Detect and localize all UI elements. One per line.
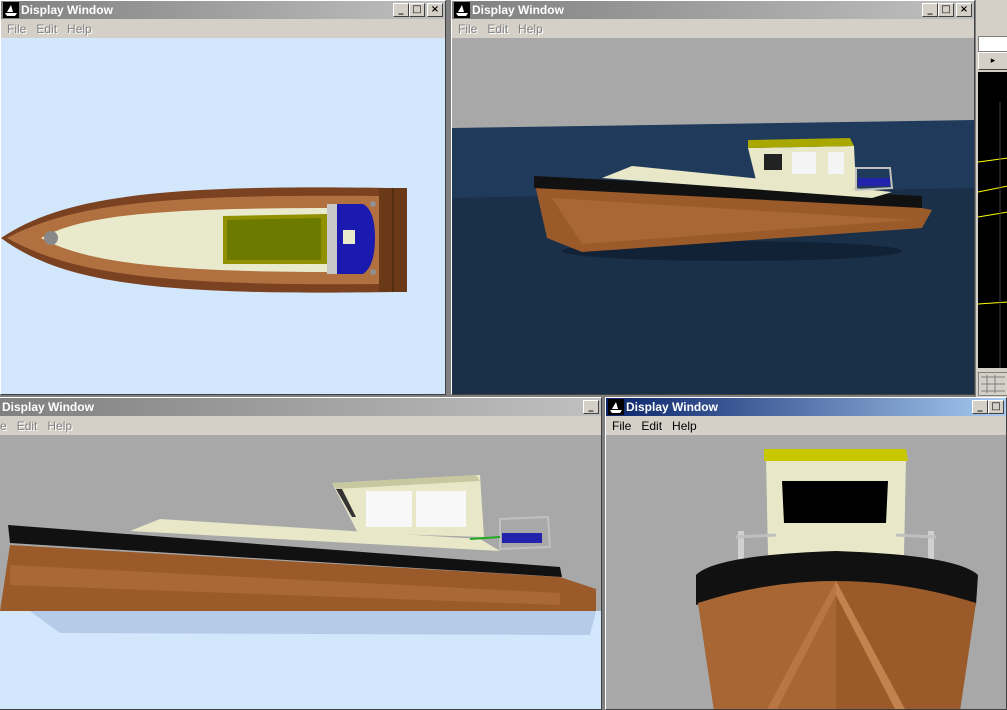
render-viewport-perspective[interactable]	[452, 38, 974, 394]
minimize-icon: _	[977, 401, 983, 412]
menu-file[interactable]: File	[458, 22, 477, 36]
maximize-button[interactable]: □	[938, 3, 954, 17]
minimize-icon: _	[398, 4, 404, 15]
close-button[interactable]: ×	[956, 3, 972, 17]
minimize-button[interactable]: _	[972, 400, 988, 414]
menu-edit[interactable]: Edit	[641, 419, 662, 433]
minimize-button[interactable]: _	[393, 3, 409, 17]
boat-top-view	[1, 187, 407, 293]
boat-front-view	[696, 449, 978, 709]
preview-lines	[977, 102, 1007, 368]
menu-bar: e Edit Help	[0, 416, 601, 435]
boat-side-view	[0, 475, 601, 709]
scroll-right-button[interactable]: ▸	[978, 52, 1007, 70]
display-window-perspective-view[interactable]: Display Window _ □ × File Edit Help	[451, 0, 975, 395]
menu-help[interactable]: Help	[67, 22, 92, 36]
close-icon: ×	[959, 4, 969, 15]
menu-edit[interactable]: Edit	[487, 22, 508, 36]
grid-button[interactable]	[978, 372, 1007, 396]
display-window-front-view[interactable]: Display Window _ □ File Edit Help	[605, 397, 1007, 710]
menu-help[interactable]: Help	[672, 419, 697, 433]
render-viewport-front[interactable]	[606, 435, 1006, 709]
grid-icon	[981, 375, 1005, 393]
close-button[interactable]: ×	[427, 3, 443, 17]
render-viewport-side[interactable]	[0, 435, 601, 709]
window-title: Display Window	[626, 400, 718, 414]
side-toolbar-panel[interactable]: ▸	[975, 0, 1007, 397]
menu-bar: File Edit Help	[452, 19, 974, 38]
boat-perspective-view	[452, 120, 974, 394]
boat-app-icon	[3, 2, 19, 18]
close-icon: ×	[430, 4, 440, 15]
window-title: Display Window	[21, 3, 113, 17]
minimize-button[interactable]: _	[922, 3, 938, 17]
window-title: Display Window	[2, 400, 94, 414]
title-bar[interactable]: Display Window _ □	[606, 398, 1006, 416]
menu-bar: File Edit Help	[606, 416, 1006, 435]
maximize-button[interactable]: □	[988, 400, 1004, 414]
title-bar[interactable]: Display Window _ □ ×	[1, 1, 445, 19]
minimize-icon: _	[927, 4, 933, 15]
title-bar[interactable]: Display Window _ □ ×	[452, 1, 974, 19]
menu-edit[interactable]: Edit	[36, 22, 57, 36]
menu-file[interactable]: File	[7, 22, 26, 36]
display-window-side-view[interactable]: Display Window _ e Edit Help	[0, 397, 602, 710]
title-bar[interactable]: Display Window _	[0, 398, 601, 416]
window-title: Display Window	[472, 3, 564, 17]
menu-file[interactable]: File	[612, 419, 631, 433]
boat-app-icon	[454, 2, 470, 18]
maximize-icon: □	[412, 4, 422, 15]
display-window-top-view[interactable]: Display Window _ □ × File Edit Help	[0, 0, 446, 395]
maximize-icon: □	[991, 401, 1001, 412]
menu-help[interactable]: Help	[518, 22, 543, 36]
panel-strip	[978, 36, 1007, 52]
render-viewport-top[interactable]	[1, 38, 445, 394]
menu-edit[interactable]: Edit	[17, 419, 38, 433]
arrow-right-icon: ▸	[990, 55, 996, 65]
menu-help[interactable]: Help	[47, 419, 72, 433]
side-preview-canvas[interactable]	[977, 72, 1007, 368]
menu-bar: File Edit Help	[1, 19, 445, 38]
minimize-icon: _	[588, 401, 594, 412]
minimize-button[interactable]: _	[583, 400, 599, 414]
maximize-icon: □	[941, 4, 951, 15]
menu-file-fragment[interactable]: e	[0, 419, 7, 433]
maximize-button[interactable]: □	[409, 3, 425, 17]
boat-app-icon	[608, 399, 624, 415]
